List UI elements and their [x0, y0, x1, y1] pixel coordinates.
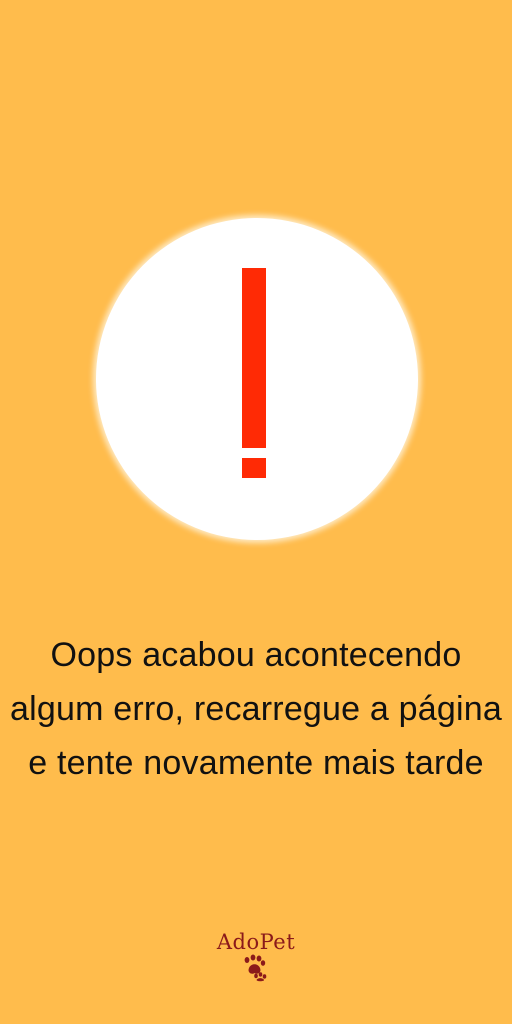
- paw-icon: [244, 954, 267, 982]
- error-message: Oops acabou acontecendo algum erro, reca…: [10, 636, 502, 782]
- alert-circle: [96, 218, 418, 540]
- exclamation-bar: [242, 268, 266, 448]
- exclamation-dot: [242, 458, 266, 478]
- error-screen: Oops acabou acontecendo algum erro, reca…: [0, 0, 512, 1024]
- brand-logo: AdoPet: [210, 930, 302, 982]
- brand-name: AdoPet: [216, 930, 296, 954]
